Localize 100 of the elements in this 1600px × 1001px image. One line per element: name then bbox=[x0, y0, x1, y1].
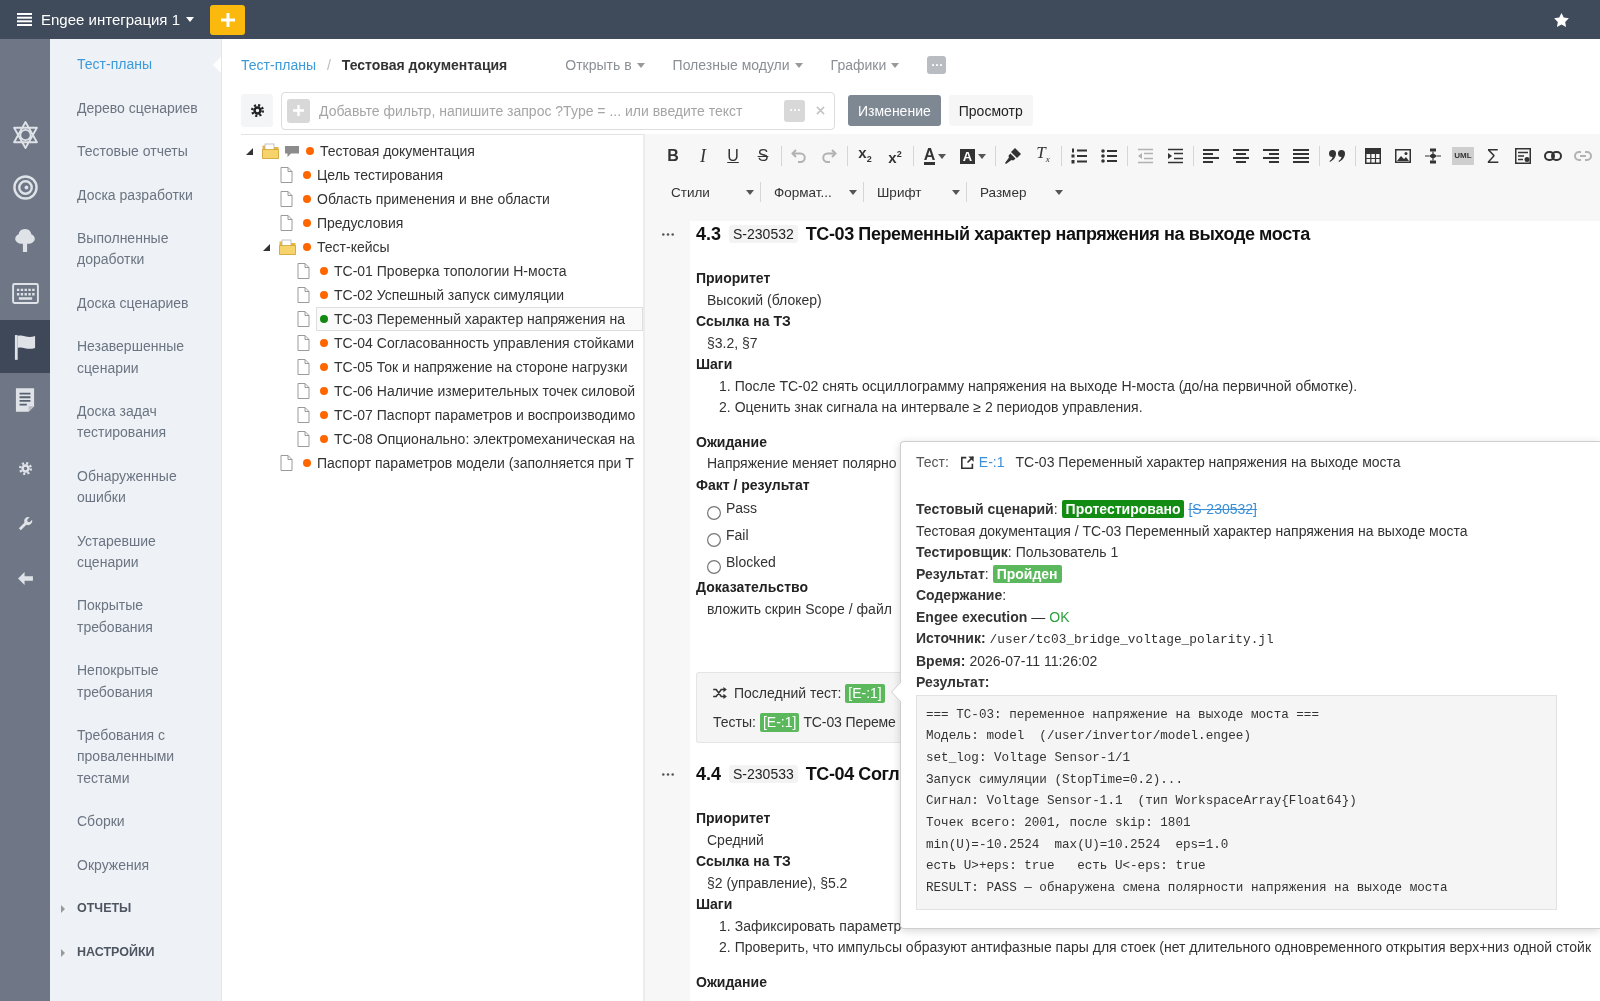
format-dropdown[interactable]: Размер bbox=[967, 180, 1069, 204]
field-label: Ссылка на ТЗ bbox=[696, 312, 791, 331]
external-link-icon[interactable] bbox=[960, 456, 974, 470]
field-label: Результат: bbox=[916, 565, 989, 582]
tree-item[interactable]: ТС-03 Переменный характер напряжения на bbox=[316, 307, 643, 331]
tree-item[interactable]: ТС-07 Паспорт параметров и воспроизводимо bbox=[316, 403, 640, 427]
underline-button[interactable]: U bbox=[718, 143, 748, 169]
field-label: Источник: bbox=[916, 630, 986, 646]
radio-option[interactable]: Fail bbox=[696, 523, 749, 550]
page-icon bbox=[297, 383, 310, 399]
page-icon bbox=[280, 191, 293, 207]
sidebar-section[interactable]: НАСТРОЙКИ bbox=[50, 931, 221, 976]
wrench-icon bbox=[17, 516, 33, 531]
tree-item[interactable]: Тестовая документация bbox=[302, 139, 479, 163]
list-step: 1. После ТС-02 снять осциллограмму напряжения на выходе Н-моста (до/на первичной обмотке). bbox=[719, 375, 1358, 397]
link-icon bbox=[1544, 151, 1562, 161]
sidebar-item[interactable]: Сборки bbox=[50, 800, 221, 844]
settings-icon bbox=[18, 462, 32, 475]
tree-item[interactable]: ТС-08 Опционально: электромеханическая на bbox=[316, 427, 639, 451]
star-icon[interactable] bbox=[1554, 12, 1569, 27]
sidebar-section[interactable]: ОТЧЕТЫ bbox=[50, 887, 221, 932]
superscript-button[interactable]: x$^{2}$ bbox=[880, 143, 910, 169]
caret-icon bbox=[794, 62, 803, 68]
tree-item[interactable]: ТС-06 Наличие измерительных точек силовой bbox=[316, 379, 640, 403]
sidebar-item[interactable]: Покрытые требования bbox=[50, 584, 221, 650]
sidebar-item[interactable]: Доска разработки bbox=[50, 173, 221, 217]
project-selector[interactable]: Engee интеграция 1 bbox=[41, 9, 194, 30]
last-test-label: Последний тест: bbox=[734, 685, 842, 701]
field-label: Факт / результат bbox=[696, 475, 810, 495]
brush-icon bbox=[1005, 148, 1021, 164]
filter-input[interactable]: Добавьте фильтр, напишите запрос ?Type = ... или введите текст bbox=[315, 98, 778, 123]
tree-item[interactable]: ТС-02 Успешный запуск симуляции bbox=[316, 283, 569, 307]
execution-title: Engee execution bbox=[916, 608, 1028, 625]
tree-item[interactable]: ТС-04 Согласованность управления стойками bbox=[316, 331, 639, 355]
spiral-icon bbox=[12, 175, 38, 200]
outdent-icon bbox=[1137, 148, 1153, 164]
format-dropdown[interactable]: Формат... bbox=[761, 180, 863, 204]
tree-item[interactable]: Паспорт параметров модели (заполняется при Т bbox=[299, 451, 638, 475]
radio-option[interactable]: Pass bbox=[696, 496, 758, 523]
more-icon[interactable] bbox=[661, 233, 674, 236]
settings-button[interactable] bbox=[241, 94, 273, 127]
page-icon bbox=[297, 431, 310, 447]
italic-button[interactable]: I bbox=[688, 143, 718, 169]
sidebar-item[interactable]: Окружения bbox=[50, 843, 221, 888]
field-label: Тест: bbox=[916, 453, 949, 472]
sidebar-item[interactable]: Устаревшие сценарии bbox=[50, 519, 221, 585]
formula-button[interactable]: Σ bbox=[1478, 143, 1508, 169]
sidebar-item[interactable]: Выполненные доработки bbox=[50, 216, 221, 282]
caret-icon bbox=[746, 189, 754, 195]
scenario-link[interactable]: [S-230532] bbox=[1188, 501, 1257, 517]
sidebar-item[interactable]: Обнаруженные ошибки bbox=[50, 454, 221, 520]
field-label: Время: bbox=[916, 652, 966, 669]
format-dropdown[interactable]: Шрифт bbox=[864, 180, 966, 204]
add-button[interactable] bbox=[210, 4, 245, 35]
filter-field[interactable]: Добавьте фильтр, напишите запрос ?Type = ... или введите текст bbox=[281, 91, 835, 130]
tree-item[interactable]: Предусловия bbox=[299, 211, 408, 235]
more-icon bbox=[931, 63, 942, 67]
bold-button[interactable]: B bbox=[658, 143, 688, 169]
bg-color-button[interactable]: A bbox=[954, 143, 992, 169]
mode-tab[interactable]: Изменение bbox=[848, 95, 941, 126]
field-label: Ожидание bbox=[696, 972, 767, 992]
caret-icon bbox=[636, 62, 645, 68]
caret-icon bbox=[186, 17, 194, 22]
field-label: Доказательство bbox=[696, 578, 808, 597]
caret-icon bbox=[849, 189, 857, 195]
tree-item[interactable]: ТС-01 Проверка топологии Н-моста bbox=[316, 259, 571, 283]
subscript-button[interactable]: x$_{2}$ bbox=[850, 143, 880, 169]
tree-item[interactable]: Цель тестирования bbox=[299, 163, 448, 187]
menu-icon[interactable] bbox=[17, 13, 32, 26]
caret-icon bbox=[978, 153, 987, 159]
sidebar-item[interactable]: Незавершенные сценарии bbox=[50, 325, 221, 390]
keyboard-icon bbox=[11, 283, 39, 304]
sidebar-item[interactable]: Доска задач тестирования bbox=[50, 389, 221, 455]
form-icon bbox=[1515, 148, 1531, 164]
text-color-button[interactable]: A bbox=[916, 143, 954, 169]
tree-item[interactable]: Тест-кейсы bbox=[299, 235, 394, 259]
justify-icon bbox=[1293, 149, 1309, 163]
expand-caret-icon[interactable] bbox=[246, 147, 253, 155]
more-icon[interactable] bbox=[661, 773, 674, 776]
source-path: /user/tc03_bridge_voltage_polarity.jl bbox=[989, 632, 1274, 647]
sidebar-item[interactable]: Требования с проваленными тестами bbox=[50, 714, 221, 801]
tree-item[interactable]: Область применения и вне области bbox=[299, 187, 554, 211]
plus-icon bbox=[220, 12, 235, 27]
radio-option[interactable]: Blocked bbox=[696, 550, 776, 577]
strike-button[interactable]: S bbox=[748, 143, 778, 169]
field-label: Тестовый сценарий: bbox=[916, 501, 1058, 517]
breadcrumb-separator: / bbox=[326, 57, 331, 73]
clear-format-button[interactable]: T$_{x}$ bbox=[1028, 143, 1058, 169]
tree-item[interactable]: ТС-05 Ток и напряжение на стороне нагрузки bbox=[316, 355, 632, 379]
sidebar-item[interactable]: Непокрытые требования bbox=[50, 649, 221, 714]
expand-caret-icon[interactable] bbox=[263, 243, 270, 251]
folder-icon bbox=[262, 143, 279, 159]
mode-tab[interactable]: Просмотр bbox=[948, 95, 1033, 126]
list-step: 2. Оценить знак сигнала на интервале ≥ 2 периодов управления. bbox=[719, 397, 1143, 419]
sidebar-item[interactable]: Доска сценариев bbox=[50, 281, 221, 326]
sidebar-item[interactable]: Тестовые отчеты bbox=[50, 130, 221, 174]
caret-icon bbox=[1055, 189, 1063, 195]
format-dropdown[interactable]: Стили bbox=[658, 180, 760, 204]
sidebar-item[interactable]: Дерево сценариев bbox=[50, 86, 221, 131]
flag-icon bbox=[14, 333, 36, 360]
